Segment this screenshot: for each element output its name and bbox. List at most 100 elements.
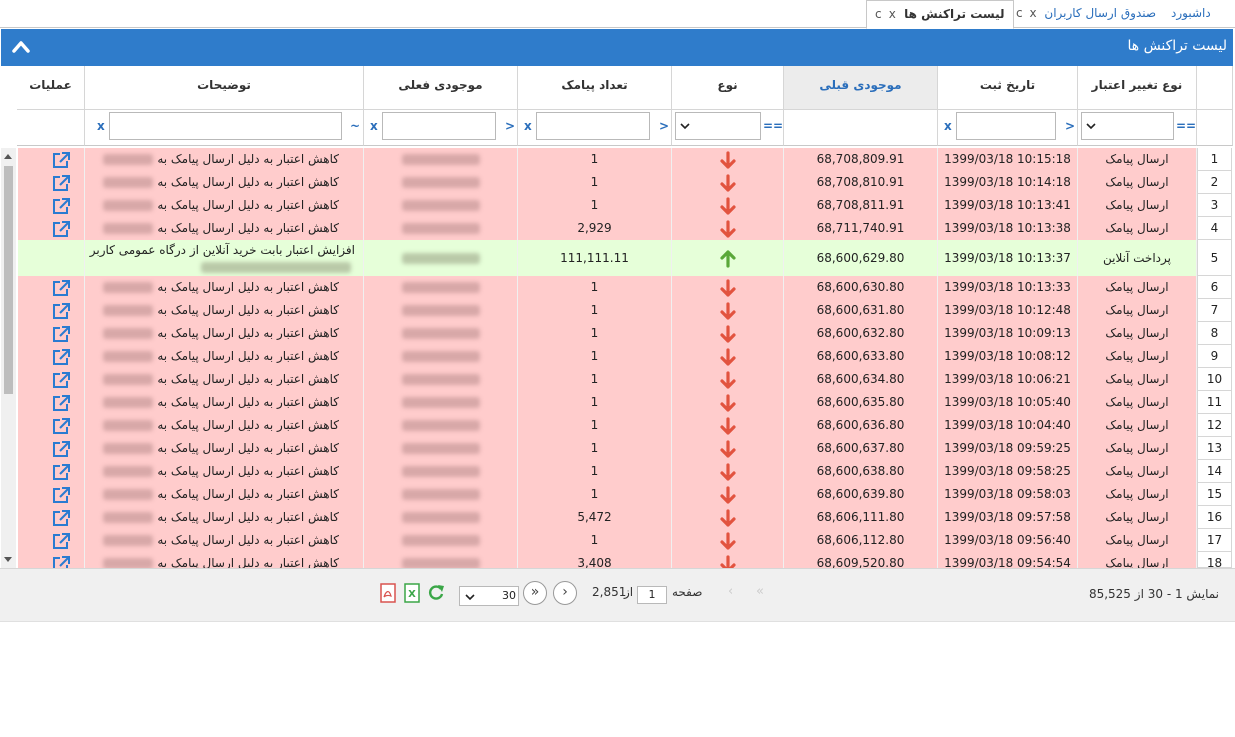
refresh-icon[interactable]: c bbox=[875, 7, 882, 21]
arrow-down-icon bbox=[719, 150, 736, 169]
external-link-icon[interactable] bbox=[51, 325, 71, 343]
cell-description: کاهش اعتبار به دلیل ارسال پیامک به bbox=[85, 552, 364, 568]
tab-transactions[interactable]: لیست تراکنش ها c x bbox=[866, 0, 1014, 29]
cell-date-text: 1399/03/18 10:08:12 bbox=[944, 349, 1071, 363]
external-link-icon[interactable] bbox=[51, 555, 71, 569]
filter-gt-operator[interactable]: > bbox=[1065, 119, 1075, 133]
next-page-button[interactable]: › bbox=[553, 581, 577, 605]
external-link-icon[interactable] bbox=[51, 486, 71, 504]
external-link-icon[interactable] bbox=[51, 532, 71, 550]
external-link-icon[interactable] bbox=[51, 394, 71, 412]
table-row[interactable]: ارسال پیامک 1399/03/18 09:59:25 68,600,637… bbox=[18, 437, 1232, 460]
tab-dashboard[interactable]: داشبورد bbox=[1171, 0, 1211, 28]
external-link-icon[interactable] bbox=[51, 440, 71, 458]
cell-kind bbox=[672, 414, 784, 437]
table-row[interactable]: ارسال پیامک 1399/03/18 09:58:03 68,600,639… bbox=[18, 483, 1232, 506]
clear-filter-icon[interactable]: x bbox=[524, 119, 532, 133]
page-size-select[interactable]: 30 bbox=[459, 586, 519, 606]
change-type-filter-select[interactable] bbox=[1081, 112, 1174, 140]
description-filter-input[interactable] bbox=[109, 112, 342, 140]
table-row[interactable]: ارسال پیامک 1399/03/18 10:12:48 68,600,631… bbox=[18, 299, 1232, 322]
col-header-description[interactable]: توضیحات bbox=[85, 66, 364, 110]
tab-users-outbox[interactable]: صندوق ارسال کاربران c x bbox=[1016, 0, 1156, 28]
table-row[interactable]: ارسال پیامک 1399/03/18 10:05:40 68,600,635… bbox=[18, 391, 1232, 414]
col-header-curr-balance[interactable]: موجودی فعلی bbox=[364, 66, 518, 110]
clear-filter-icon[interactable]: x bbox=[370, 119, 378, 133]
external-link-icon[interactable] bbox=[51, 279, 71, 297]
close-icon[interactable]: x bbox=[1029, 6, 1036, 20]
col-header-change-type[interactable]: نوع تغییر اعتبار bbox=[1078, 66, 1197, 110]
cell-prev-balance: 68,600,635.80 bbox=[784, 391, 938, 414]
cell-description-text: کاهش اعتبار به دلیل ارسال پیامک به bbox=[157, 372, 339, 386]
cell-sms-count-text: 1 bbox=[590, 441, 599, 455]
cell-kind bbox=[672, 368, 784, 391]
col-header-prev-balance[interactable]: موجودی قبلی bbox=[784, 66, 938, 110]
external-link-icon[interactable] bbox=[51, 220, 71, 238]
cell-prev-balance-text: 68,609,520.80 bbox=[816, 556, 905, 568]
table-row[interactable]: ارسال پیامک 1399/03/18 09:58:25 68,600,638… bbox=[18, 460, 1232, 483]
external-link-icon[interactable] bbox=[51, 174, 71, 192]
external-link-icon[interactable] bbox=[51, 371, 71, 389]
col-header-date[interactable]: تاریخ ثبت bbox=[938, 66, 1078, 110]
external-link-icon[interactable] bbox=[51, 151, 71, 169]
cell-sms-count-text: 1 bbox=[590, 395, 599, 409]
filter-gt-operator[interactable]: > bbox=[505, 119, 515, 133]
table-row[interactable]: ارسال پیامک 1399/03/18 10:15:18 68,708,809… bbox=[18, 148, 1232, 171]
table-row[interactable]: ارسال پیامک 1399/03/18 10:14:18 68,708,810… bbox=[18, 171, 1232, 194]
scroll-thumb[interactable] bbox=[4, 166, 13, 394]
cell-prev-balance: 68,600,637.80 bbox=[784, 437, 938, 460]
refresh-icon[interactable] bbox=[427, 583, 445, 603]
cell-change-type: ارسال پیامک bbox=[1078, 322, 1197, 345]
chevron-up-icon[interactable] bbox=[11, 37, 31, 57]
refresh-icon[interactable]: c bbox=[1016, 6, 1023, 20]
clear-filter-icon[interactable]: x bbox=[944, 119, 952, 133]
arrow-down-icon bbox=[719, 219, 736, 238]
date-filter-input[interactable] bbox=[956, 112, 1056, 140]
cell-description-text: کاهش اعتبار به دلیل ارسال پیامک به bbox=[157, 221, 339, 235]
pdf-export-icon[interactable] bbox=[379, 583, 397, 603]
cell-sms-count: 2,929 bbox=[518, 217, 672, 240]
external-link-icon[interactable] bbox=[51, 417, 71, 435]
col-header-sms-count[interactable]: تعداد پیامک bbox=[518, 66, 672, 110]
cell-curr-balance bbox=[364, 506, 518, 529]
table-row[interactable]: ارسال پیامک 1399/03/18 10:08:12 68,600,633… bbox=[18, 345, 1232, 368]
last-page-button[interactable]: » bbox=[523, 581, 547, 605]
table-row[interactable]: ارسال پیامک 1399/03/18 10:04:40 68,600,636… bbox=[18, 414, 1232, 437]
clear-filter-icon[interactable]: x bbox=[97, 119, 105, 133]
close-icon[interactable]: x bbox=[889, 7, 896, 21]
table-row[interactable]: ارسال پیامک 1399/03/18 10:13:38 68,711,740… bbox=[18, 217, 1232, 240]
external-link-icon[interactable] bbox=[51, 302, 71, 320]
scroll-down-icon[interactable] bbox=[4, 557, 12, 562]
filter-eq-operator[interactable]: == bbox=[763, 119, 783, 133]
filter-contains-operator[interactable]: ~ bbox=[350, 119, 360, 133]
kind-filter-select[interactable] bbox=[675, 112, 761, 140]
external-link-icon[interactable] bbox=[51, 348, 71, 366]
col-header-kind[interactable]: نوع bbox=[672, 66, 784, 110]
cell-change-type-text: ارسال پیامک bbox=[1105, 152, 1169, 166]
scroll-up-icon[interactable] bbox=[4, 154, 12, 159]
grid-scrollbar[interactable] bbox=[1, 148, 16, 568]
sms-count-filter-input[interactable] bbox=[536, 112, 650, 140]
table-row[interactable]: پرداخت آنلاین 1399/03/18 10:13:37 68,600,6… bbox=[18, 240, 1232, 276]
pager-info: نمایش 1 - 30 از 85,525 bbox=[1088, 587, 1219, 601]
filter-gt-operator[interactable]: > bbox=[659, 119, 669, 133]
table-row[interactable]: ارسال پیامک 1399/03/18 10:13:33 68,600,630… bbox=[18, 276, 1232, 299]
table-row[interactable]: ارسال پیامک 1399/03/18 09:57:58 68,606,111… bbox=[18, 506, 1232, 529]
table-row[interactable]: ارسال پیامک 1399/03/18 09:56:40 68,606,112… bbox=[18, 529, 1232, 552]
external-link-icon[interactable] bbox=[51, 197, 71, 215]
redacted-value bbox=[401, 305, 480, 316]
curr-balance-filter-input[interactable] bbox=[382, 112, 496, 140]
filter-eq-operator[interactable]: == bbox=[1176, 119, 1196, 133]
external-link-icon[interactable] bbox=[51, 509, 71, 527]
table-row[interactable]: ارسال پیامک 1399/03/18 10:06:21 68,600,634… bbox=[18, 368, 1232, 391]
cell-date: 1399/03/18 09:59:25 bbox=[938, 437, 1078, 460]
redacted-value bbox=[401, 489, 480, 500]
page-input[interactable]: 1 bbox=[637, 586, 667, 604]
table-row[interactable]: ارسال پیامک 1399/03/18 10:13:41 68,708,811… bbox=[18, 194, 1232, 217]
table-row[interactable]: ارسال پیامک 1399/03/18 10:09:13 68,600,632… bbox=[18, 322, 1232, 345]
excel-export-icon[interactable]: X bbox=[403, 583, 421, 603]
external-link-icon[interactable] bbox=[51, 463, 71, 481]
table-row[interactable]: ارسال پیامک 1399/03/18 09:54:54 68,609,520… bbox=[18, 552, 1232, 568]
cell-curr-balance bbox=[364, 414, 518, 437]
filter-cell-curr-balance: > x bbox=[364, 110, 518, 146]
